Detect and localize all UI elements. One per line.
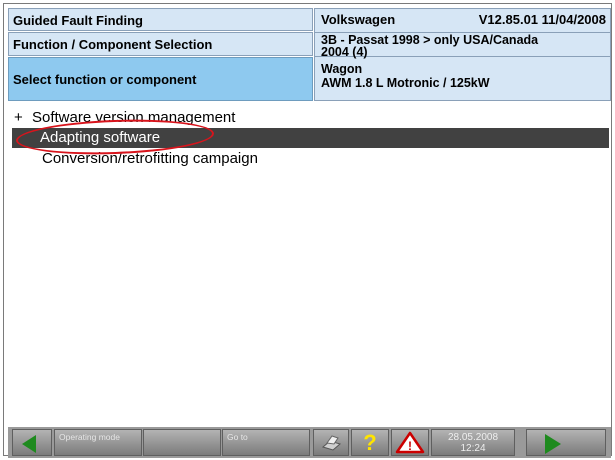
vehicle-model: 3B - Passat 1998 > only USA/Canada 2004 … <box>315 33 610 59</box>
print-button[interactable] <box>313 429 349 456</box>
back-button[interactable] <box>12 429 52 456</box>
printer-icon <box>321 435 342 451</box>
vehicle-info-panel: Volkswagen V12.85.01 11/04/2008 3B - Pas… <box>314 8 611 101</box>
vehicle-model-line2: 2004 (4) <box>321 45 368 59</box>
warning-mark: ! <box>408 439 412 453</box>
vehicle-brand-row: Volkswagen V12.85.01 11/04/2008 <box>315 9 610 33</box>
help-button[interactable]: ? <box>351 429 389 456</box>
blank-button <box>143 429 221 456</box>
go-to-button[interactable]: Go to <box>222 429 310 456</box>
vehicle-brand: Volkswagen <box>321 12 396 27</box>
back-arrow-icon <box>22 435 36 453</box>
vehicle-engine: AWM 1.8 L Motronic / 125kW <box>321 76 490 90</box>
warning-icon: ! <box>395 431 425 454</box>
function-list: + Software version management Adapting so… <box>8 102 611 424</box>
time-label: 12:24 <box>460 443 486 454</box>
forward-button[interactable] <box>526 429 606 456</box>
vehicle-details: Wagon AWM 1.8 L Motronic / 125kW <box>315 58 610 101</box>
warning-button[interactable]: ! <box>391 429 429 456</box>
forward-arrow-icon <box>545 434 561 454</box>
help-icon: ? <box>363 430 377 455</box>
window-frame: Guided Fault Finding Function / Componen… <box>3 3 612 458</box>
date-label: 28.05.2008 <box>447 432 499 443</box>
header-subtitle: Function / Component Selection <box>8 32 313 56</box>
date-time-display: 28.05.2008 12:24 <box>431 429 515 456</box>
operating-mode-button[interactable]: Operating mode <box>54 429 142 456</box>
expand-plus-icon[interactable]: + <box>14 108 32 128</box>
header-instruction: Select function or component <box>8 57 313 101</box>
header-title: Guided Fault Finding <box>8 8 313 31</box>
vehicle-body-type: Wagon <box>321 62 363 76</box>
bottom-toolbar: Operating mode Go to ? ! 28.05.2008 12:2… <box>8 427 611 458</box>
software-version: V12.85.01 11/04/2008 <box>478 12 606 27</box>
